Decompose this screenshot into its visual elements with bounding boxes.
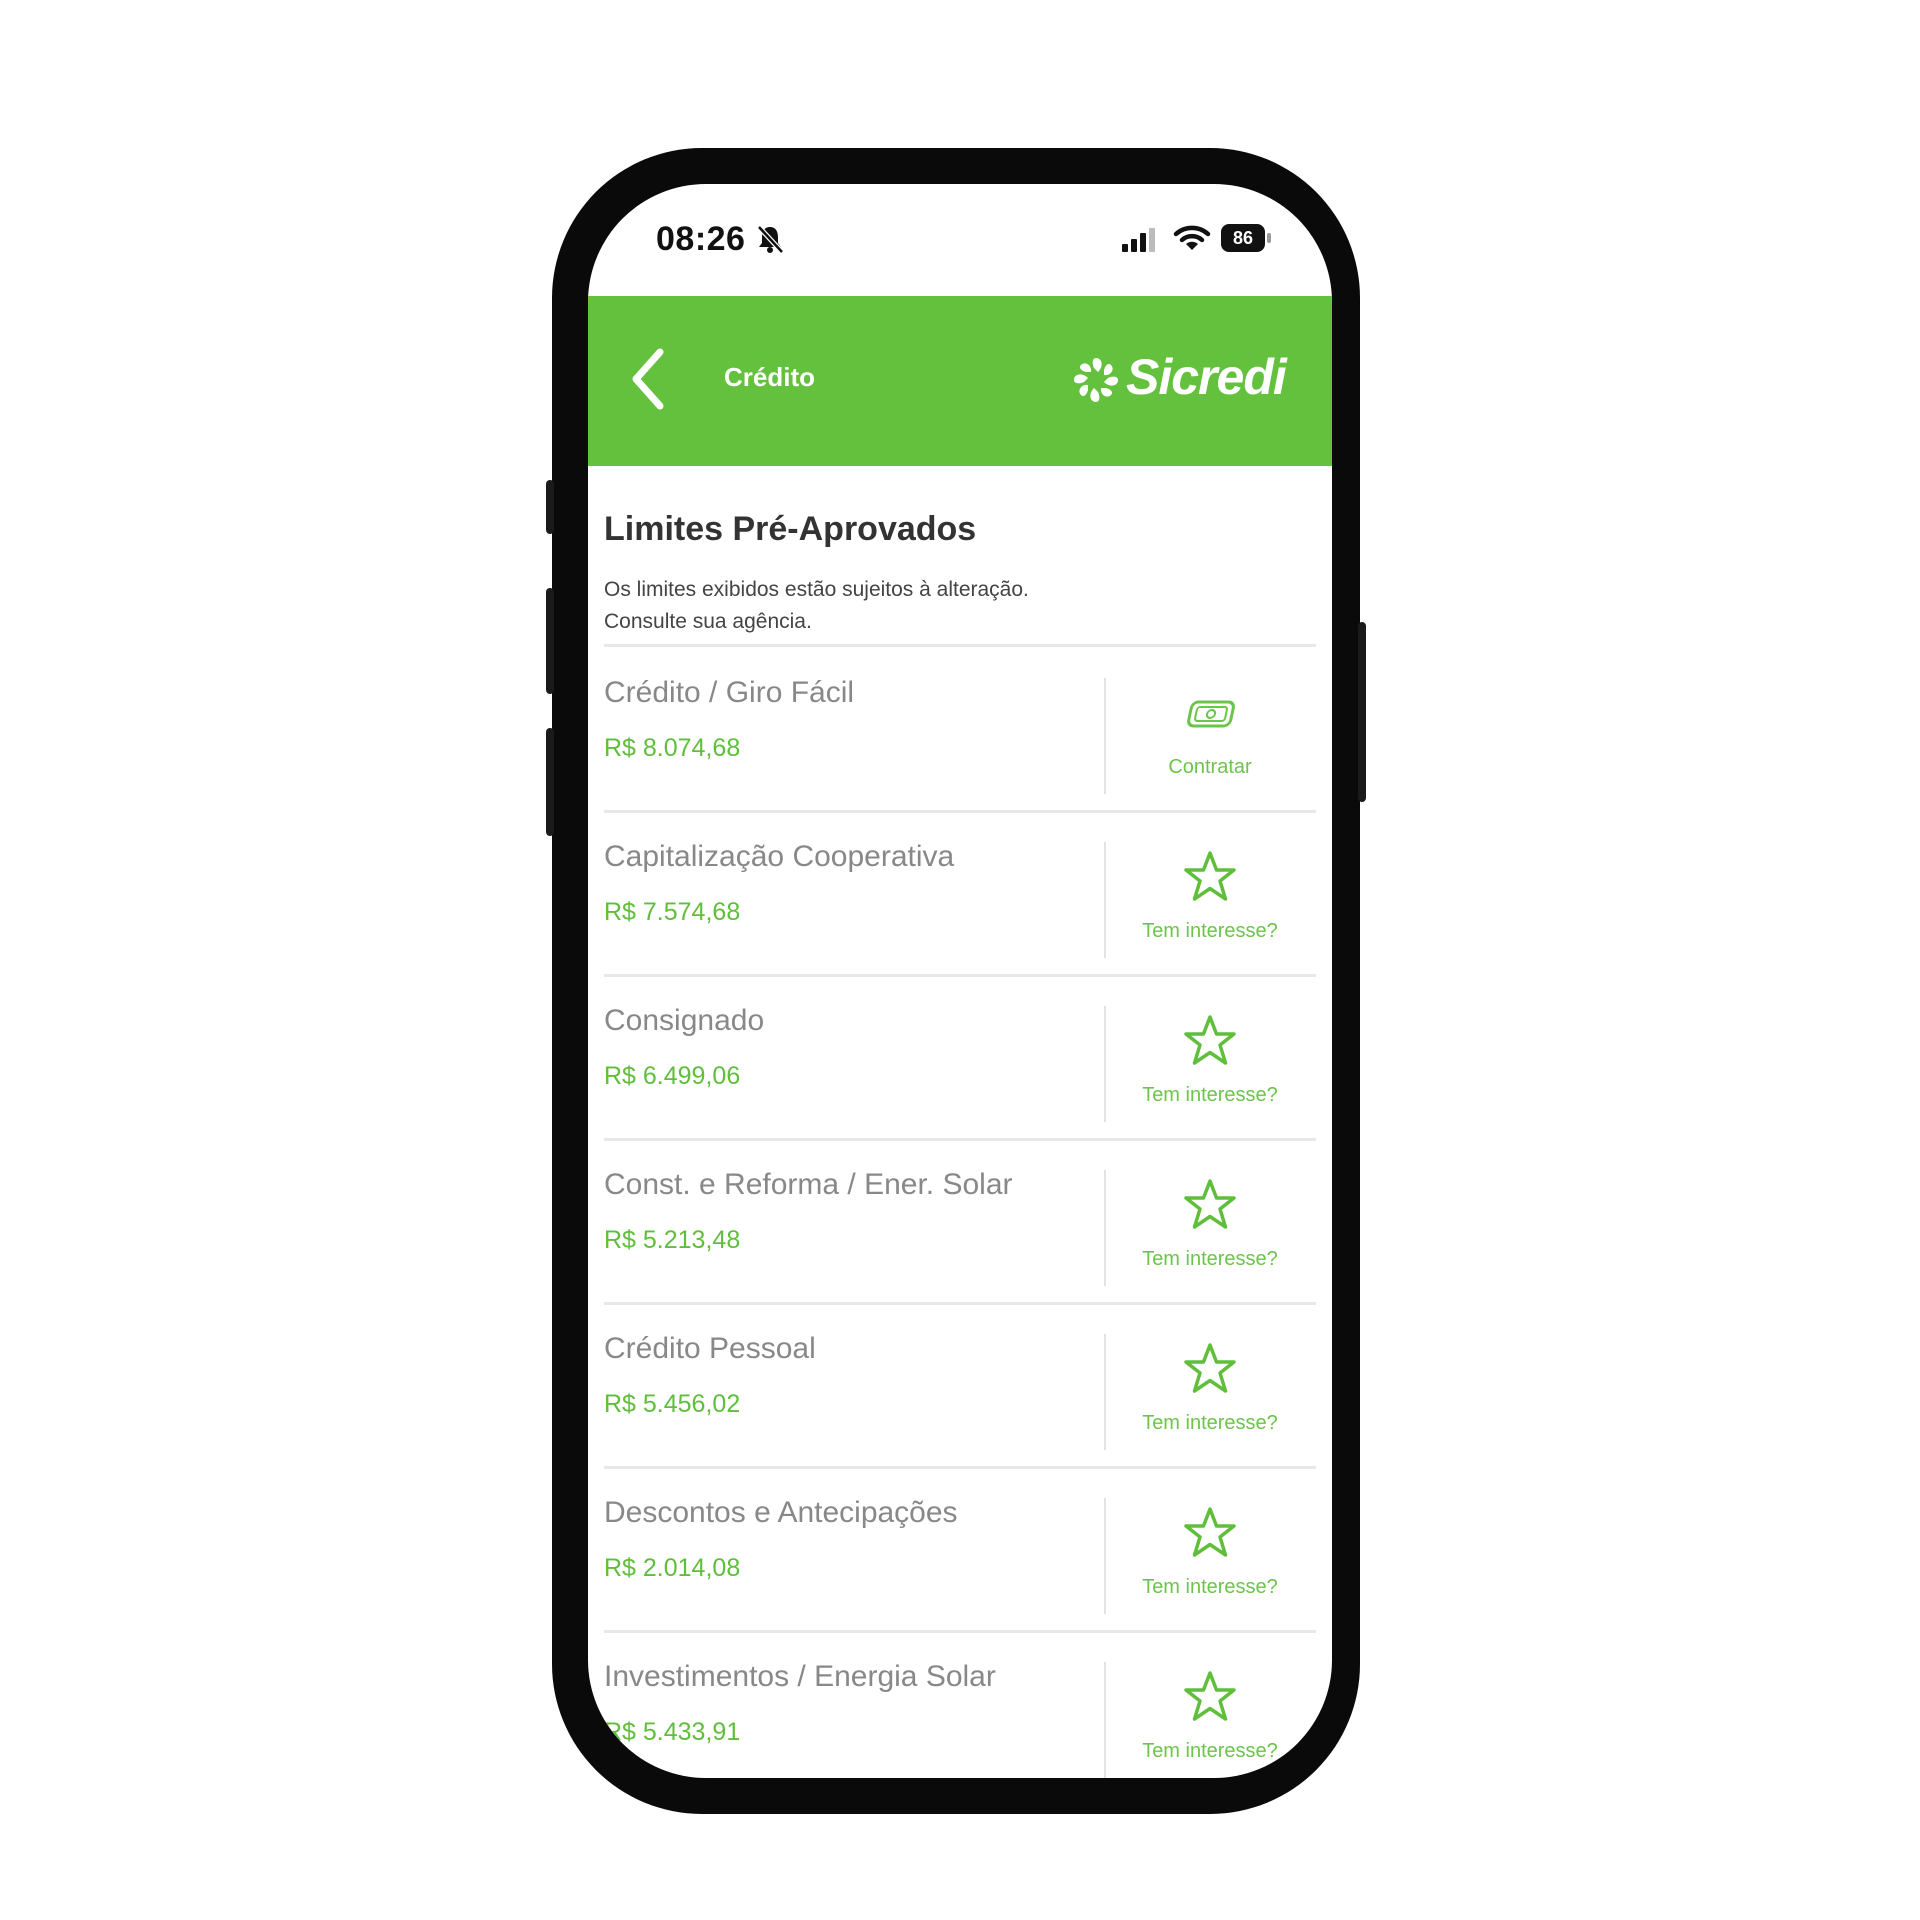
header-title: Crédito (724, 362, 815, 392)
battery-level: 86 (1232, 228, 1254, 248)
star-icon (1184, 1179, 1236, 1229)
page-subtitle: Os limites exibidos estão sujeitos à alt… (604, 574, 1164, 638)
item-action-label: Tem interesse? (1142, 1084, 1278, 1106)
back-arrow-icon[interactable] (628, 346, 668, 412)
page-subtitle-line-2: Consulte sua agência. (604, 610, 812, 633)
item-action-label: Tem interesse? (1142, 920, 1278, 942)
item-name: Const. e Reforma / Ener. Solar (604, 1168, 1013, 1201)
star-icon (1184, 1343, 1236, 1393)
list-item: Capitalização Cooperativa R$ 7.574,68 Te… (604, 814, 1316, 978)
tem-interesse-button[interactable]: Tem interesse? (1124, 1162, 1296, 1292)
star-icon (1184, 1671, 1236, 1721)
list-divider (604, 644, 1316, 647)
wifi-icon (1173, 225, 1211, 250)
page-title: Limites Pré-Aprovados (604, 510, 977, 548)
phone-screen: 08:26 86 Crédito Sicredi Limites Pré-Apr… (588, 184, 1332, 1778)
list-item: Const. e Reforma / Ener. Solar R$ 5.213,… (604, 1142, 1316, 1306)
item-separator (1104, 842, 1106, 958)
list-item: Descontos e Antecipações R$ 2.014,08 Tem… (604, 1470, 1316, 1634)
item-separator (1104, 1006, 1106, 1122)
battery-icon: 86 (1221, 224, 1273, 252)
contratar-button[interactable]: Contratar (1124, 670, 1296, 800)
list-item: Crédito Pessoal R$ 5.456,02 Tem interess… (604, 1306, 1316, 1470)
app-header: Crédito Sicredi (588, 296, 1332, 466)
star-icon (1184, 851, 1236, 901)
item-name: Investimentos / Energia Solar (604, 1660, 996, 1693)
item-value: R$ 5.213,48 (604, 1226, 741, 1254)
item-separator (1104, 1334, 1106, 1450)
list-divider (604, 1138, 1316, 1141)
tem-interesse-button[interactable]: Tem interesse? (1124, 1490, 1296, 1620)
item-action-label: Tem interesse? (1142, 1576, 1278, 1598)
star-icon (1184, 1507, 1236, 1557)
logo-wordmark: Sicredi (1126, 349, 1287, 405)
item-name: Descontos e Antecipações (604, 1496, 958, 1529)
item-value: R$ 7.574,68 (604, 898, 741, 926)
list-item: Crédito / Giro Fácil R$ 8.074,68 Contrat… (604, 650, 1316, 814)
item-value: R$ 6.499,06 (604, 1062, 741, 1090)
tem-interesse-button[interactable]: Tem interesse? (1124, 834, 1296, 964)
tem-interesse-button[interactable]: Tem interesse? (1124, 1326, 1296, 1456)
item-name: Consignado (604, 1004, 765, 1037)
list-divider (604, 1466, 1316, 1469)
item-name: Capitalização Cooperativa (604, 840, 955, 873)
signal-icon (1122, 228, 1155, 252)
item-name: Crédito / Giro Fácil (604, 676, 855, 709)
list-item: Consignado R$ 6.499,06 Tem interesse? (604, 978, 1316, 1142)
money-icon (1187, 700, 1235, 728)
list-item: Investimentos / Energia Solar R$ 5.433,9… (604, 1634, 1316, 1778)
page-subtitle-line-1: Os limites exibidos estão sujeitos à alt… (604, 578, 1029, 601)
bell-off-icon (757, 225, 784, 254)
item-name: Crédito Pessoal (604, 1332, 816, 1365)
phone-volume-down-button (546, 728, 554, 836)
status-time: 08:26 (656, 220, 746, 258)
list-divider (604, 810, 1316, 813)
tem-interesse-button[interactable]: Tem interesse? (1124, 1654, 1296, 1778)
item-action-label: Tem interesse? (1142, 1248, 1278, 1270)
item-value: R$ 5.433,91 (604, 1718, 741, 1746)
item-separator (1104, 1498, 1106, 1614)
tem-interesse-button[interactable]: Tem interesse? (1124, 998, 1296, 1128)
item-value: R$ 8.074,68 (604, 734, 741, 762)
list-divider (604, 1302, 1316, 1305)
phone-power-button (1358, 622, 1366, 802)
item-separator (1104, 1170, 1106, 1286)
item-separator (1104, 678, 1106, 794)
item-value: R$ 2.014,08 (604, 1554, 741, 1582)
list-divider (604, 1630, 1316, 1633)
phone-side-button (546, 480, 554, 534)
item-action-label: Tem interesse? (1142, 1412, 1278, 1434)
item-separator (1104, 1662, 1106, 1778)
status-bar: 08:26 86 (588, 184, 1332, 294)
item-value: R$ 5.456,02 (604, 1390, 741, 1418)
list-divider (604, 974, 1316, 977)
sicredi-logo: Sicredi (1070, 348, 1290, 410)
sicredi-logo-icon (1074, 358, 1118, 402)
phone-volume-up-button (546, 588, 554, 694)
item-action-label: Tem interesse? (1142, 1740, 1278, 1762)
star-icon (1184, 1015, 1236, 1065)
item-action-label: Contratar (1168, 756, 1252, 778)
